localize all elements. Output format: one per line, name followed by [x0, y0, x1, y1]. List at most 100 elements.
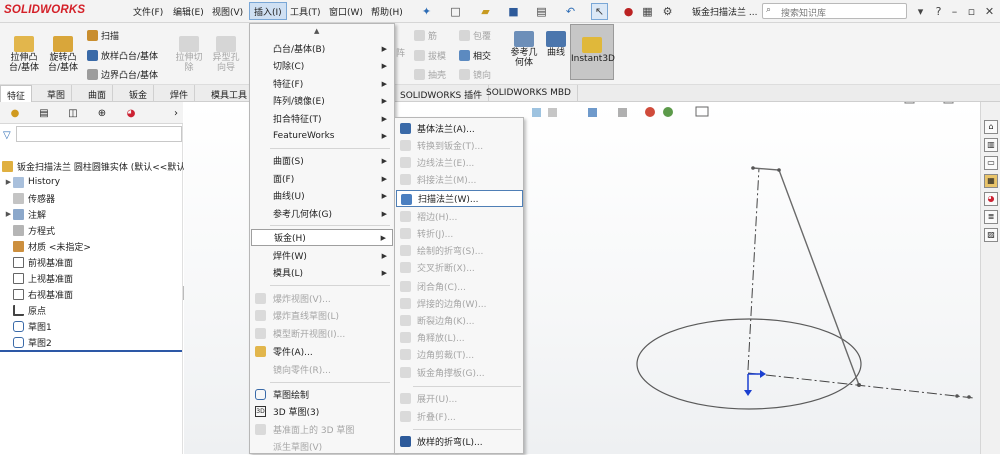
view-palette-icon[interactable]: ▦	[984, 174, 998, 188]
close-icon[interactable]: ✕	[981, 3, 998, 20]
minimize-icon[interactable]: –	[946, 3, 963, 20]
submenu-miter-flange[interactable]: 斜接法兰(M)...	[396, 171, 523, 188]
scroll-up-icon[interactable]: ▲	[314, 27, 319, 35]
viewport-window-controls[interactable]	[904, 102, 954, 104]
tree-item-history[interactable]: ▶ History	[4, 174, 60, 190]
menu-item-boss-base[interactable]: 凸台/基体(B) ▶	[251, 40, 393, 57]
submenu-welded-corner[interactable]: 焊接的边角(W)...	[396, 295, 523, 312]
configuration-icon[interactable]: ◫	[63, 104, 83, 122]
menu-item-sketch[interactable]: 草图绘制	[251, 386, 393, 403]
submenu-closed-corner[interactable]: 闭合角(C)...	[396, 278, 523, 295]
menu-item-sheet-metal[interactable]: 钣金(H) ▶	[251, 229, 393, 246]
forum-icon[interactable]: ▨	[984, 228, 998, 242]
menu-edit[interactable]: 编辑(E)	[173, 5, 204, 18]
menu-item-face[interactable]: 面(F) ▶	[251, 170, 393, 187]
cut-extrude-button[interactable]: 拉伸切 除	[172, 36, 206, 73]
menu-item-part[interactable]: 零件(A)...	[251, 343, 393, 360]
menu-view[interactable]: 视图(V)	[212, 5, 243, 18]
menu-help[interactable]: 帮助(H)	[371, 5, 403, 18]
file-explorer-icon[interactable]: ▭	[984, 156, 998, 170]
submenu-sketched-bend[interactable]: 绘制的折弯(S)...	[396, 242, 523, 259]
menu-item-fastening[interactable]: 扣合特征(T) ▶	[251, 110, 393, 127]
tab-addins[interactable]: SOLIDWORKS 插件	[394, 85, 490, 102]
boundary-boss-button[interactable]: 边界凸台/基体	[87, 68, 158, 81]
filter-input[interactable]	[16, 126, 182, 142]
panel-expand-icon[interactable]: ›	[166, 104, 186, 122]
expand-arrow-icon[interactable]: ▶	[4, 178, 13, 186]
menu-window[interactable]: 窗口(W)	[329, 5, 363, 18]
tree-item-top-plane[interactable]: 上视基准面	[4, 270, 73, 286]
tab-mold-tools[interactable]: 模具工具	[205, 85, 255, 102]
menu-item-molds[interactable]: 模具(L) ▶	[251, 264, 393, 281]
menu-tools[interactable]: 工具(T)	[290, 5, 321, 18]
menu-item-derived-sketch[interactable]: 派生草图(V)	[251, 438, 393, 455]
tree-item-origin[interactable]: 原点	[4, 302, 46, 318]
draft-button[interactable]: 拔模	[414, 49, 446, 62]
tab-features[interactable]: 特征	[0, 85, 33, 102]
search-dropdown-icon[interactable]: ▾	[912, 3, 929, 20]
search-box[interactable]: ⌕ 搜索知识库	[762, 3, 907, 19]
tree-item-front-plane[interactable]: 前视基准面	[4, 254, 73, 270]
menu-insert[interactable]: 插入(I)	[249, 2, 287, 20]
menu-item-mirror-part[interactable]: 镜向零件(R)...	[251, 361, 393, 378]
curves-button[interactable]: 曲线	[543, 31, 569, 58]
traffic-light-icon[interactable]: ●	[620, 3, 637, 20]
loft-button[interactable]: 放样凸台/基体	[87, 49, 158, 62]
menu-file[interactable]: 文件(F)	[133, 5, 163, 18]
menu-item-explode-line-sketch[interactable]: 爆炸直线草图(L)	[251, 307, 393, 324]
tab-sheet-metal[interactable]: 钣金	[123, 85, 155, 102]
new-icon[interactable]: □	[447, 3, 464, 20]
submenu-edge-flange[interactable]: 边线法兰(E)...	[396, 154, 523, 171]
submenu-swept-flange[interactable]: 扫描法兰(W)...	[396, 190, 523, 207]
select-icon[interactable]: ↖	[591, 3, 608, 20]
intersect-button[interactable]: 相交	[459, 49, 491, 62]
tree-item-equations[interactable]: 方程式	[4, 222, 55, 238]
sweep-button[interactable]: 扫描	[87, 29, 119, 42]
menu-item-pattern-mirror[interactable]: 阵列/镜像(E) ▶	[251, 92, 393, 109]
tree-item-annotations[interactable]: ▶ 注解	[4, 206, 46, 222]
hole-wizard-button[interactable]: 异型孔 向导	[208, 36, 244, 73]
options-gear-icon[interactable]: ⚙	[659, 3, 676, 20]
help-icon[interactable]: ?	[930, 3, 947, 20]
library-icon[interactable]: ▥	[984, 138, 998, 152]
tree-root[interactable]: 钣金扫描法兰 圆柱圆锥实体 (默认<<默认	[2, 158, 185, 174]
extrude-boss-button[interactable]: 拉伸凸 台/基体	[5, 36, 43, 73]
wrap-button[interactable]: 包覆	[459, 29, 491, 42]
feature-tree-icon[interactable]: ●	[5, 104, 25, 122]
custom-properties-icon[interactable]: ≣	[984, 210, 998, 224]
revolve-boss-button[interactable]: 旋转凸 台/基体	[44, 36, 82, 73]
home-icon[interactable]: ⌂	[984, 120, 998, 134]
tree-item-right-plane[interactable]: 右视基准面	[4, 286, 73, 302]
submenu-convert-to-sheet-metal[interactable]: 转换到钣金(T)...	[396, 137, 523, 154]
rib-button[interactable]: 筋	[414, 29, 437, 42]
appearances-icon[interactable]: ◕	[984, 192, 998, 206]
heads-up-toolbar[interactable]	[532, 106, 709, 117]
tree-item-material[interactable]: 材质 <未指定>	[4, 238, 91, 254]
open-icon[interactable]: ▰	[477, 3, 494, 20]
instant3d-button[interactable]: Instant3D	[570, 24, 615, 80]
dimxpert-icon[interactable]: ⊕	[92, 104, 112, 122]
menu-item-features[interactable]: 特征(F) ▶	[251, 75, 393, 92]
reference-geometry-button[interactable]: 参考几 何体	[507, 31, 541, 68]
submenu-hem[interactable]: 褶边(H)...	[396, 208, 523, 225]
menu-item-surface[interactable]: 曲面(S) ▶	[251, 152, 393, 169]
menu-item-3d-sketch-on-plane[interactable]: 基准面上的 3D 草图	[251, 421, 393, 438]
tab-mbd[interactable]: SOLIDWORKS MBD	[480, 85, 578, 102]
submenu-break-corner[interactable]: 断裂边角(K)...	[396, 312, 523, 329]
tab-surfaces[interactable]: 曲面	[82, 85, 114, 102]
submenu-corner-trim[interactable]: 边角剪裁(T)...	[396, 346, 523, 363]
submenu-cross-break[interactable]: 交叉折断(X)...	[396, 259, 523, 276]
menu-item-weldments[interactable]: 焊件(W) ▶	[251, 247, 393, 264]
submenu-fold[interactable]: 折叠(F)...	[396, 408, 523, 425]
tab-sketch[interactable]: 草图	[41, 85, 73, 102]
filter-icon[interactable]: ▽	[3, 130, 14, 141]
shell-button[interactable]: 抽壳	[414, 68, 446, 81]
submenu-lofted-bend[interactable]: 放样的折弯(L)...	[396, 433, 523, 450]
submenu-jog[interactable]: 转折(J)...	[396, 225, 523, 242]
mirror-button[interactable]: 镜向	[459, 68, 491, 81]
print-icon[interactable]: ▤	[533, 3, 550, 20]
menu-item-exploded-view[interactable]: 爆炸视图(V)...	[251, 290, 393, 307]
rollback-bar[interactable]	[0, 350, 182, 352]
menu-item-model-break-view[interactable]: 模型断开视图(I)...	[251, 325, 393, 342]
menu-item-featureworks[interactable]: FeatureWorks ▶	[251, 127, 393, 144]
